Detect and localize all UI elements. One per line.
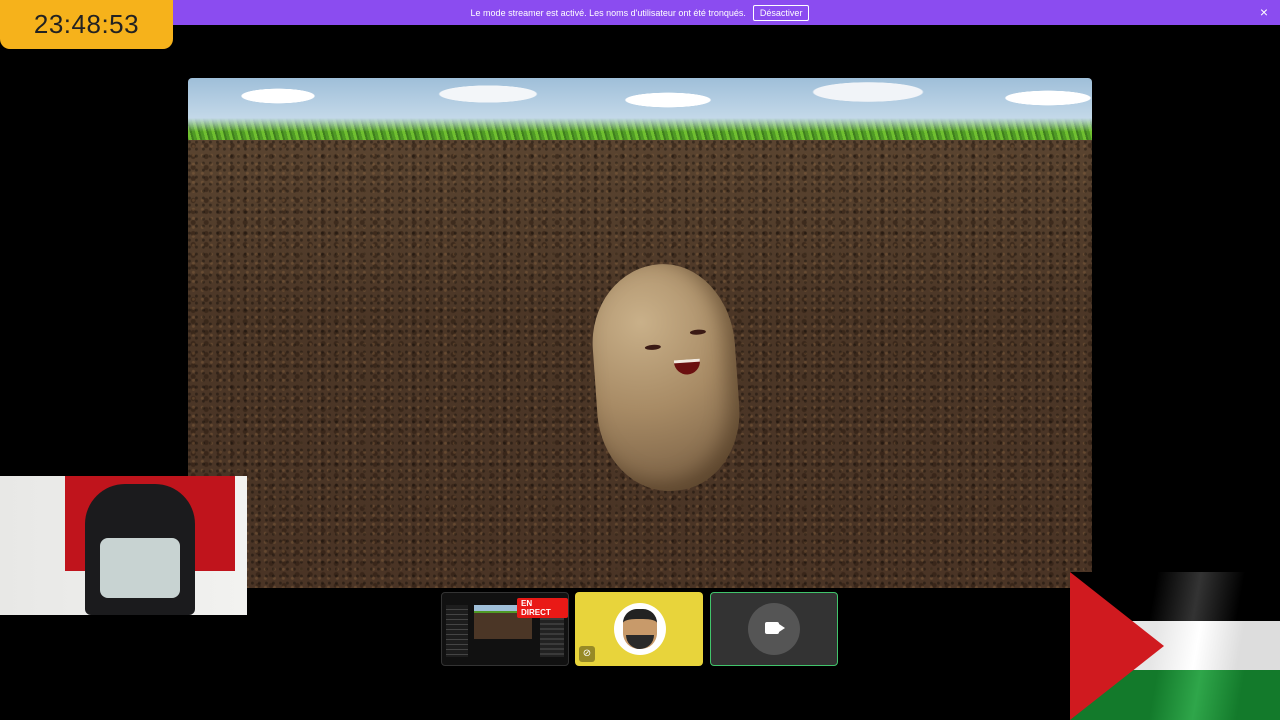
palestine-flag-overlay	[1070, 572, 1280, 720]
clock-overlay: 23:48:53	[0, 0, 173, 49]
disable-streamer-mode-button[interactable]: Désactiver	[752, 4, 810, 21]
avatar	[614, 603, 666, 655]
participant-tile-screen-share[interactable]: EN DIRECT	[441, 592, 569, 666]
potato-mouth	[673, 358, 701, 376]
chair-cushion	[100, 538, 180, 598]
main-video-stage[interactable]	[188, 78, 1092, 588]
streamer-webcam	[0, 476, 247, 615]
flag-red-triangle	[1070, 572, 1164, 720]
close-icon[interactable]: ×	[1260, 5, 1268, 19]
participant-tile-avatar[interactable]: ⊘	[575, 592, 703, 666]
mic-muted-icon: ⊘	[579, 646, 595, 662]
potato-eye	[644, 344, 662, 351]
mini-sidebar	[446, 605, 468, 657]
camera-off-icon	[765, 622, 785, 634]
streamer-mode-banner: Le mode streamer est activé. Les noms d'…	[0, 0, 1280, 25]
avatar-face-icon	[623, 609, 657, 649]
potato-eye	[689, 329, 707, 336]
live-badge: EN DIRECT	[517, 598, 568, 618]
participant-tile-camera[interactable]	[710, 592, 838, 666]
banner-message: Le mode streamer est activé. Les noms d'…	[470, 7, 746, 18]
